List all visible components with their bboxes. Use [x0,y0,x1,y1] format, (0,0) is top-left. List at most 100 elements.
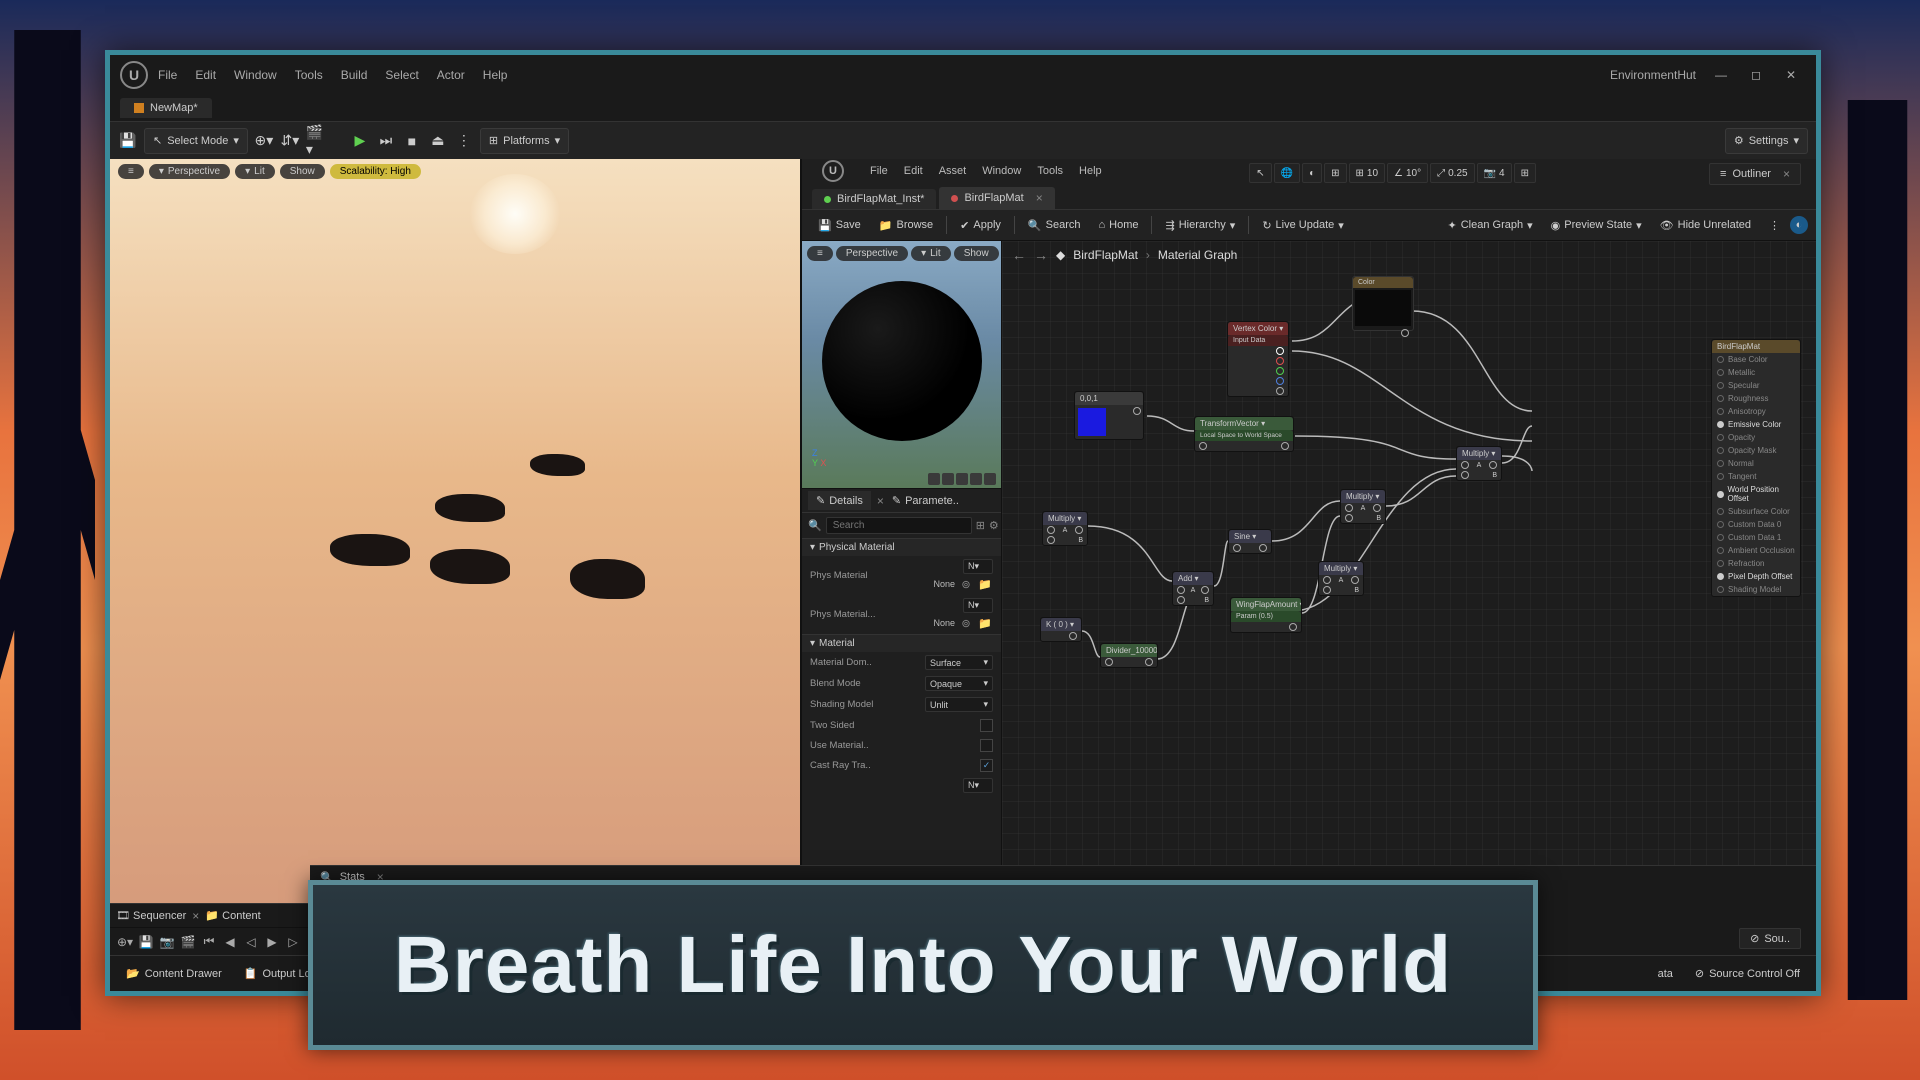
preview-shape-button[interactable] [956,473,968,485]
preview-state-dropdown[interactable]: ◉Preview State▾ [1543,216,1650,235]
browse-button[interactable]: 📁Browse [871,216,941,235]
browse-asset-icon[interactable]: 📁 [977,576,993,592]
sequencer-tab[interactable]: Sequencer [133,910,186,922]
skip-button[interactable]: ⏭ [376,131,396,151]
close-icon[interactable]: × [1036,191,1043,205]
details-search-input[interactable] [826,517,972,534]
material-preview-viewport[interactable]: ≡ Perspective ▾Lit Show ZY X [802,241,1001,489]
angle-snap[interactable]: ∠10° [1387,163,1428,183]
stop-button[interactable]: ■ [402,131,422,151]
preview-shape-button[interactable] [984,473,996,485]
save-icon[interactable]: 💾 [118,131,138,151]
nav-fwd-icon[interactable]: → [1034,247,1048,263]
world-local-toggle[interactable]: 🌐 [1274,163,1300,183]
camera-speed[interactable]: 📷4 [1477,163,1512,183]
stats-toggle[interactable]: ◐ [1790,216,1808,234]
gear-icon[interactable]: ⚙ [989,517,999,533]
menu-edit[interactable]: Edit [195,68,216,82]
sine-node[interactable]: Sine ▾ [1228,529,1272,554]
material-instance-tab[interactable]: BirdFlapMat_Inst* [812,189,936,209]
play-options-icon[interactable]: ⋮ [454,131,474,151]
blend-mode-dropdown[interactable]: Opaque▾ [925,676,993,691]
menu-build[interactable]: Build [341,68,368,82]
menu-select[interactable]: Select [385,68,418,82]
grid-snap[interactable]: ⊞ [1324,163,1346,183]
home-button[interactable]: ⌂Home [1090,216,1146,234]
seq-step-back-icon[interactable]: ◀ [221,933,239,951]
menu-file[interactable]: File [158,68,177,82]
menu-actor[interactable]: Actor [437,68,465,82]
seq-save-icon[interactable]: 💾 [137,933,155,951]
seq-skip-back-icon[interactable]: ⏮ [200,933,218,951]
two-sided-checkbox[interactable] [980,719,993,732]
minimize-button[interactable]: — [1711,65,1731,85]
save-button[interactable]: 💾Save [810,216,869,235]
extra-dropdown[interactable]: N▾ [963,778,993,793]
viewport-scalability[interactable]: Scalability: High [330,164,421,179]
physmask-type-dropdown[interactable]: N▾ [963,598,993,613]
mat-menu-help[interactable]: Help [1079,165,1102,177]
transform-widget[interactable]: ↖ [1249,163,1271,183]
mat-menu-edit[interactable]: Edit [904,165,923,177]
seq-add-icon[interactable]: ⊕▾ [116,933,134,951]
physmat-section-header[interactable]: ▾ Physical Material [802,539,1001,556]
preview-shape-button[interactable] [928,473,940,485]
use-asset-icon[interactable]: ⊚ [958,576,974,592]
menu-tools[interactable]: Tools [295,68,323,82]
scale-snap[interactable]: ⤢0.25 [1430,163,1474,183]
menu-window[interactable]: Window [234,68,277,82]
material-tab[interactable]: BirdFlapMat × [939,187,1054,209]
multiply-node[interactable]: Multiply ▾ A B [1042,511,1088,546]
constant-vector-node[interactable]: 0,0,1 [1074,391,1144,440]
close-button[interactable]: ✕ [1781,65,1801,85]
seq-play-back-icon[interactable]: ◁ [242,933,260,951]
use-mat-checkbox[interactable] [980,739,993,752]
select-mode-dropdown[interactable]: ↖ Select Mode ▾ [144,128,248,154]
preview-shape-button[interactable] [942,473,954,485]
close-icon[interactable]: × [877,494,884,508]
shading-model-dropdown[interactable]: Unlit▾ [925,697,993,712]
viewport-lit[interactable]: ▾Lit [235,164,275,179]
seq-play-icon[interactable]: ▶ [263,933,281,951]
grid-snap-value[interactable]: ⊞10 [1349,163,1386,183]
texture-sample-node[interactable]: Color [1352,276,1414,331]
viewport-layout[interactable]: ⊞ [1514,163,1536,183]
viewport-perspective[interactable]: ▾Perspective [149,164,230,179]
source-control-button[interactable]: ⊘Source Control Off [1687,964,1808,983]
wingflap-param-node[interactable]: WingFlapAmount ▾ Param (0.5) [1230,597,1302,633]
platforms-dropdown[interactable]: ⊞ Platforms ▾ [480,128,569,154]
mat-menu-tools[interactable]: Tools [1037,165,1063,177]
marketplace-icon[interactable]: ⇵▾ [280,131,300,151]
mat-menu-window[interactable]: Window [982,165,1021,177]
content-drawer-button[interactable]: 📂Content Drawer [118,964,230,983]
menu-help[interactable]: Help [483,68,508,82]
divider-param-node[interactable]: Divider_10000 ▾ [1100,643,1158,668]
apply-button[interactable]: ✔Apply [952,216,1009,235]
material-output-node[interactable]: BirdFlapMat Base Color Metallic Specular… [1711,339,1801,597]
constant-node[interactable]: K ( 0 ) ▾ [1040,617,1082,642]
add-content-icon[interactable]: ⊕▾ [254,131,274,151]
eject-button[interactable]: ⏏ [428,131,448,151]
more-options[interactable]: ⋮ [1761,216,1788,235]
cinematics-icon[interactable]: 🎬▾ [306,131,326,151]
level-viewport[interactable]: ≡ ▾Perspective ▾Lit Show Scalability: Hi… [110,159,800,955]
transform-vector-node[interactable]: TransformVector ▾ Local Space to World S… [1194,416,1294,452]
nav-back-icon[interactable]: ← [1012,247,1026,263]
hide-unrelated-button[interactable]: 👁Hide Unrelated [1652,216,1759,235]
preview-show[interactable]: Show [954,246,999,261]
multiply-node[interactable]: Multiply ▾ A B [1340,489,1386,524]
cast-ray-checkbox[interactable] [980,759,993,772]
seq-render-icon[interactable]: 🎬 [179,933,197,951]
settings-dropdown[interactable]: ⚙ Settings ▾ [1725,128,1808,154]
outliner-tab[interactable]: ≡ Outliner × [1709,163,1801,185]
details-tab[interactable]: ✎Details [808,491,871,510]
viewport-hamburger[interactable]: ≡ [118,164,144,179]
grid-icon[interactable]: ⊞ [976,517,985,533]
clean-graph-dropdown[interactable]: ✦Clean Graph▾ [1440,216,1541,235]
viewport-show[interactable]: Show [280,164,325,179]
material-graph[interactable]: ← → ◆ BirdFlapMat › Material Graph [1002,241,1816,955]
live-update-dropdown[interactable]: ↻Live Update▾ [1254,216,1351,235]
content-browser-tab[interactable]: Content [222,910,261,922]
source-filter[interactable]: ⊘ Sou.. [1739,928,1801,949]
preview-perspective[interactable]: Perspective [836,246,908,261]
